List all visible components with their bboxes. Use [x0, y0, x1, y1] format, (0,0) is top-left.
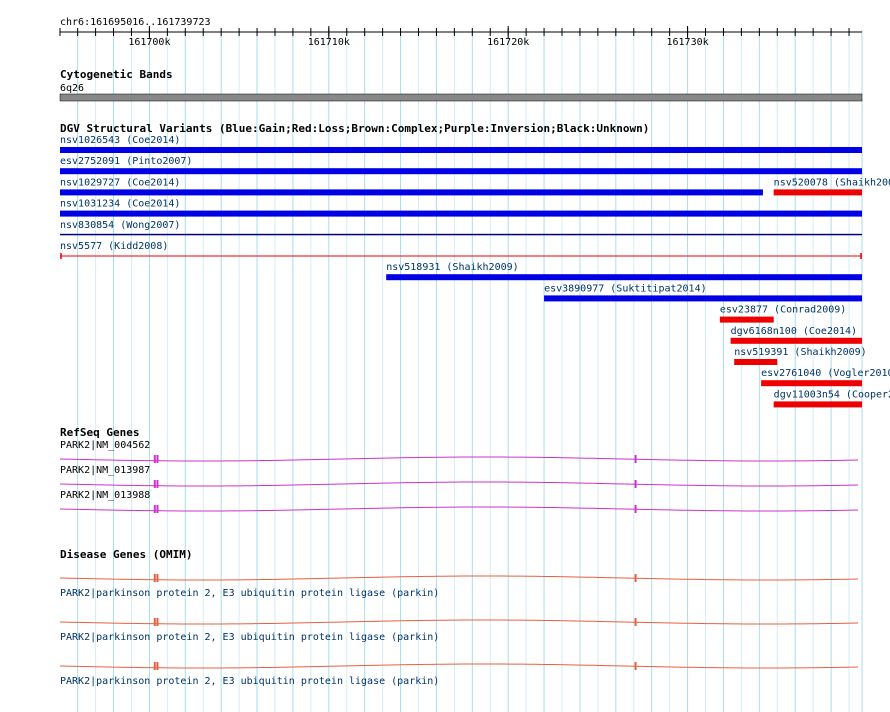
- refseq-gene-label: PARK2|NM_004562: [60, 440, 150, 451]
- refseq-gene-intron[interactable]: [59, 481, 859, 487]
- refseq-gene-exon: [153, 480, 156, 488]
- ruler-tick-label: 161710k: [308, 37, 350, 48]
- refseq-track-title: RefSeq Genes: [60, 426, 139, 439]
- dgv-variant-label: esv2761040 (Vogler2010): [761, 368, 890, 379]
- omim-gene-exon: [634, 662, 637, 670]
- omim-gene-exon: [634, 574, 637, 582]
- cytogenetic-track-title: Cytogenetic Bands: [60, 68, 173, 81]
- refseq-gene-exon: [634, 455, 637, 463]
- refseq-gene-exon: [156, 480, 159, 488]
- ruler-tick-label: 161730k: [667, 37, 709, 48]
- refseq-gene[interactable]: PARK2|NM_013988: [59, 490, 859, 513]
- dgv-track-title: DGV Structural Variants (Blue:Gain;Red:L…: [60, 122, 649, 135]
- refseq-gene-label: PARK2|NM_013988: [60, 490, 150, 501]
- omim-gene-exon: [156, 618, 159, 626]
- dgv-variant-label: nsv520078 (Shaikh2009): [774, 177, 890, 188]
- band-label: 6q26: [60, 83, 84, 94]
- omim-gene-exon: [153, 618, 156, 626]
- refseq-gene[interactable]: PARK2|NM_013987: [59, 465, 859, 488]
- dgv-variant-label: dgv6168n100 (Coe2014): [731, 326, 857, 337]
- refseq-gene-exon: [153, 455, 156, 463]
- omim-track: Disease Genes (OMIM) PARK2|parkinson pro…: [59, 548, 859, 687]
- omim-gene-intron[interactable]: [59, 663, 859, 669]
- dgv-variant-label: dgv11003n54 (Cooper2011): [774, 389, 890, 400]
- refseq-gene-exon: [153, 505, 156, 513]
- refseq-features: PARK2|NM_004562 PARK2|NM_013987 PARK2|NM_0…: [59, 440, 859, 513]
- refseq-gene[interactable]: PARK2|NM_004562: [59, 440, 859, 463]
- refseq-gene-intron[interactable]: [59, 456, 859, 462]
- dgv-variant[interactable]: nsv518931 (Shaikh2009): [386, 262, 862, 281]
- dgv-variant-label: esv2752091 (Pinto2007): [60, 156, 192, 167]
- dgv-variant-label: esv23877 (Conrad2009): [720, 305, 846, 316]
- omim-gene-exon: [156, 574, 159, 582]
- refseq-gene-exon: [634, 480, 637, 488]
- omim-features: PARK2|parkinson protein 2, E3 ubiquitin …: [59, 574, 859, 687]
- omim-gene-exon: [634, 618, 637, 626]
- dgv-variant[interactable]: dgv11003n54 (Cooper2011): [773, 389, 890, 408]
- dgv-variant-bar[interactable]: [60, 233, 862, 236]
- refseq-gene-exon: [156, 505, 159, 513]
- dgv-variant-bar[interactable]: [386, 274, 862, 281]
- dgv-variant-bar[interactable]: [730, 337, 862, 344]
- refseq-gene-intron[interactable]: [59, 506, 859, 512]
- omim-track-title: Disease Genes (OMIM): [60, 548, 192, 561]
- dgv-variant-bar[interactable]: [60, 210, 862, 217]
- dgv-variant[interactable]: esv2761040 (Vogler2010): [761, 368, 890, 387]
- dgv-variant-label: nsv5577 (Kidd2008): [60, 241, 168, 252]
- refseq-track: RefSeq Genes PARK2|NM_004562 PARK2|NM_013…: [59, 426, 859, 513]
- omim-gene-exon: [153, 574, 156, 582]
- dgv-features: nsv1026543 (Coe2014) esv2752091 (Pinto200…: [60, 135, 890, 408]
- band-6q26[interactable]: [59, 93, 863, 102]
- refseq-gene-exon: [156, 455, 159, 463]
- dgv-variant[interactable]: nsv519391 (Shaikh2009): [734, 347, 867, 365]
- omim-gene[interactable]: PARK2|parkinson protein 2, E3 ubiquitin …: [59, 618, 859, 643]
- refseq-gene-label: PARK2|NM_013987: [60, 465, 150, 476]
- refseq-gene-exon: [634, 505, 637, 513]
- omim-gene[interactable]: PARK2|parkinson protein 2, E3 ubiquitin …: [59, 574, 859, 599]
- dgv-variant-bar[interactable]: [544, 295, 862, 302]
- dgv-variant-label: nsv1026543 (Coe2014): [60, 135, 180, 146]
- dgv-variant-bar[interactable]: [60, 189, 763, 196]
- dgv-variant-label: nsv1031234 (Coe2014): [60, 199, 180, 210]
- dgv-variant[interactable]: nsv1029727 (Coe2014): [60, 177, 763, 196]
- dgv-variant-bar[interactable]: [773, 401, 862, 408]
- omim-gene[interactable]: PARK2|parkinson protein 2, E3 ubiquitin …: [59, 662, 859, 687]
- dgv-variant-bar[interactable]: [761, 380, 862, 387]
- dgv-track: DGV Structural Variants (Blue:Gain;Red:L…: [60, 122, 890, 408]
- dgv-variant-label: nsv518931 (Shaikh2009): [386, 262, 518, 273]
- dgv-variant-bar[interactable]: [60, 147, 862, 153]
- dgv-variant-label: nsv830854 (Wong2007): [60, 220, 180, 231]
- range-label: chr6:161695016..161739723: [60, 17, 211, 28]
- omim-gene-label: PARK2|parkinson protein 2, E3 ubiquitin …: [60, 676, 439, 687]
- omim-gene-exon: [156, 662, 159, 670]
- ruler-tick-label: 161700k: [128, 37, 170, 48]
- dgv-variant-bar[interactable]: [719, 316, 774, 323]
- dgv-variant[interactable]: esv23877 (Conrad2009): [719, 305, 846, 323]
- omim-gene-label: PARK2|parkinson protein 2, E3 ubiquitin …: [60, 588, 439, 599]
- dgv-variant-bar[interactable]: [60, 168, 862, 175]
- dgv-variant-bar[interactable]: [773, 189, 862, 196]
- genome-browser-view: chr6:161695016..161739723 161700k 161710k…: [59, 17, 890, 712]
- dgv-variant-label: nsv1029727 (Coe2014): [60, 177, 180, 188]
- omim-gene-intron[interactable]: [59, 619, 859, 625]
- omim-gene-exon: [153, 662, 156, 670]
- omim-gene-intron[interactable]: [59, 575, 859, 581]
- dgv-variant[interactable]: dgv6168n100 (Coe2014): [730, 326, 862, 344]
- dgv-variant-label: esv3890977 (Suktitipat2014): [544, 283, 707, 294]
- omim-gene-label: PARK2|parkinson protein 2, E3 ubiquitin …: [60, 632, 439, 643]
- dgv-variant[interactable]: nsv520078 (Shaikh2009): [773, 177, 890, 196]
- dgv-variant-label: nsv519391 (Shaikh2009): [734, 347, 866, 358]
- ruler-tick-label: 161720k: [487, 37, 529, 48]
- dgv-variant-bar[interactable]: [734, 359, 778, 365]
- dgv-variant[interactable]: esv3890977 (Suktitipat2014): [544, 283, 862, 302]
